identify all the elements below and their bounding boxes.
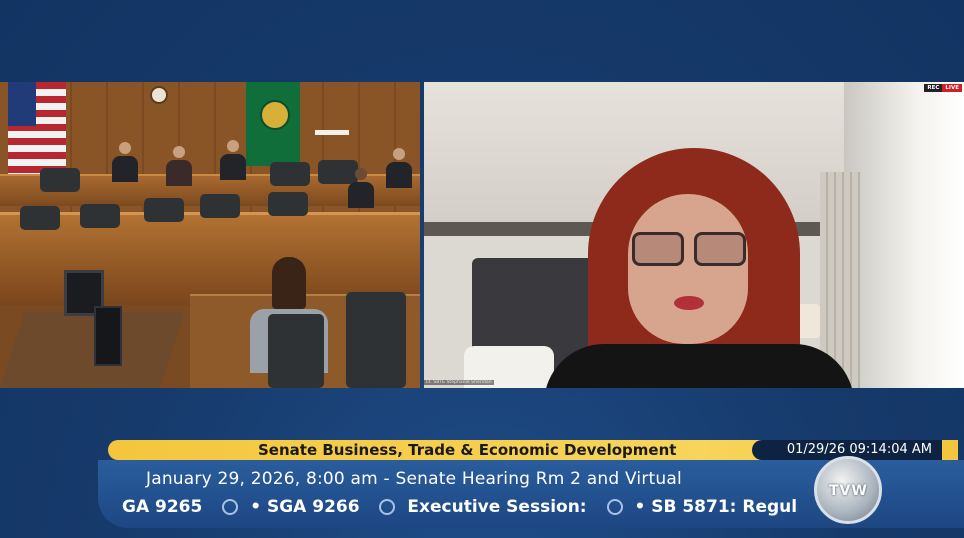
senator — [386, 148, 412, 188]
senator — [348, 168, 374, 208]
hearing-room-video — [0, 82, 420, 388]
chair — [200, 194, 240, 218]
participant-name-caption: Lt. SBTE Stephanie Sheridan — [424, 380, 494, 385]
participant — [544, 144, 854, 388]
chair — [20, 206, 60, 230]
crawl-item: • SGA 9266 — [250, 497, 360, 517]
hearing-info: January 29, 2026, 8:00 am - Senate Heari… — [146, 469, 682, 489]
chair — [270, 162, 310, 186]
senator — [112, 142, 138, 182]
recording-badge: REC LIVE — [924, 84, 962, 92]
computer-monitor — [94, 306, 122, 366]
rec-label: REC — [924, 84, 943, 92]
glasses-icon — [632, 232, 746, 266]
washington-flag — [246, 82, 300, 166]
us-flag — [8, 82, 66, 174]
lower-third: Senate Business, Trade & Economic Develo… — [78, 440, 964, 538]
chair — [268, 192, 308, 216]
tvw-logo: TVW — [814, 456, 882, 524]
crawl-item: Executive Session: — [407, 497, 587, 517]
crawl-item: • SB 5871: Regulating r — [634, 497, 798, 517]
committee-title: Senate Business, Trade & Economic Develo… — [258, 441, 677, 459]
chair — [144, 198, 184, 222]
nameplate — [315, 130, 349, 135]
remote-participant-video: REC LIVE — [424, 82, 964, 388]
senator — [166, 146, 192, 186]
separator-icon — [379, 499, 396, 515]
agenda-crawl: GA 9265 • SGA 9266 Executive Session: • … — [78, 497, 798, 519]
staff-desk — [0, 312, 185, 388]
chair — [346, 292, 406, 388]
separator-icon — [222, 499, 239, 515]
chair — [80, 204, 120, 228]
separator-icon — [606, 499, 623, 515]
wall-clock-icon — [150, 86, 168, 104]
senator — [220, 140, 246, 180]
crawl-item: GA 9265 — [122, 497, 203, 517]
tvw-logo-text: TVW — [829, 483, 868, 499]
chair — [268, 314, 324, 388]
chair — [40, 168, 80, 192]
window — [844, 82, 964, 388]
live-label: LIVE — [942, 84, 962, 92]
